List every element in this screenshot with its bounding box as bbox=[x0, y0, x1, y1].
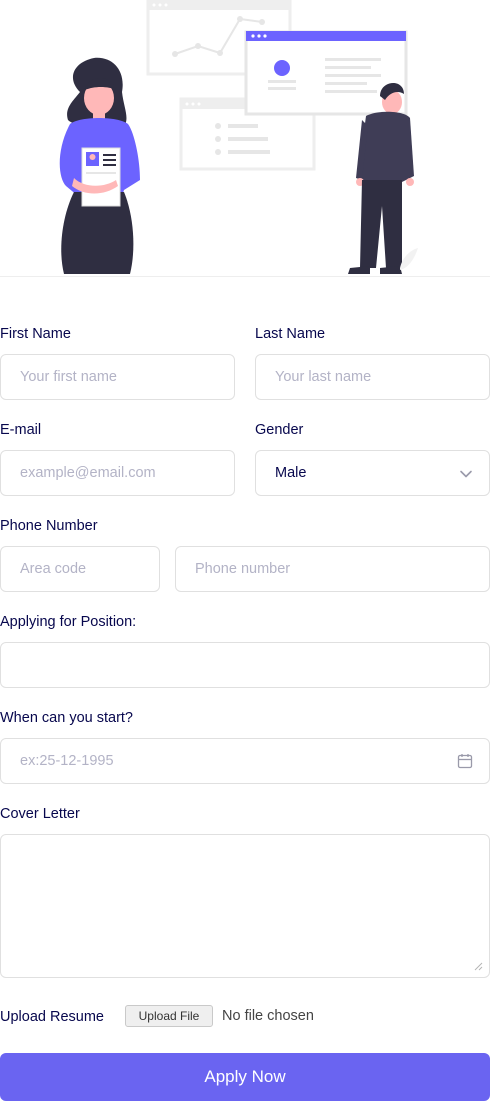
apply-now-button[interactable]: Apply Now bbox=[0, 1053, 490, 1101]
start-date-label: When can you start? bbox=[0, 710, 133, 726]
position-label: Applying for Position: bbox=[0, 614, 137, 630]
area-code-field[interactable] bbox=[0, 546, 160, 592]
position-input[interactable] bbox=[1, 643, 489, 687]
phone-number-input[interactable] bbox=[176, 547, 489, 591]
cover-letter-field[interactable] bbox=[0, 834, 490, 978]
area-code-input[interactable] bbox=[1, 547, 159, 591]
last-name-field[interactable] bbox=[255, 354, 490, 400]
phone-label: Phone Number bbox=[0, 518, 98, 534]
chevron-down-icon bbox=[460, 470, 472, 478]
hero-divider bbox=[0, 276, 490, 277]
hero-illustration bbox=[0, 0, 490, 278]
last-name-input[interactable] bbox=[256, 355, 489, 399]
cover-letter-label: Cover Letter bbox=[0, 806, 80, 822]
recruitment-illustration-icon bbox=[59, 0, 418, 274]
first-name-label: First Name bbox=[0, 326, 71, 342]
gender-selected-value: Male bbox=[275, 465, 307, 481]
start-date-field[interactable] bbox=[0, 738, 490, 784]
gender-label: Gender bbox=[255, 422, 304, 438]
first-name-input[interactable] bbox=[1, 355, 234, 399]
last-name-label: Last Name bbox=[255, 326, 326, 342]
email-field[interactable] bbox=[0, 450, 235, 496]
email-label: E-mail bbox=[0, 422, 42, 438]
phone-number-field[interactable] bbox=[175, 546, 490, 592]
gender-select[interactable]: Male bbox=[255, 450, 490, 496]
cover-letter-textarea[interactable] bbox=[1, 835, 489, 977]
first-name-field[interactable] bbox=[0, 354, 235, 400]
position-field[interactable] bbox=[0, 642, 490, 688]
resize-grip-icon[interactable] bbox=[474, 962, 483, 971]
start-date-input[interactable] bbox=[1, 739, 489, 783]
calendar-icon[interactable] bbox=[457, 753, 473, 769]
file-status-text: No file chosen bbox=[222, 1008, 314, 1024]
upload-resume-label: Upload Resume bbox=[0, 1009, 104, 1025]
email-input[interactable] bbox=[1, 451, 234, 495]
upload-file-button[interactable]: Upload File bbox=[125, 1005, 213, 1027]
